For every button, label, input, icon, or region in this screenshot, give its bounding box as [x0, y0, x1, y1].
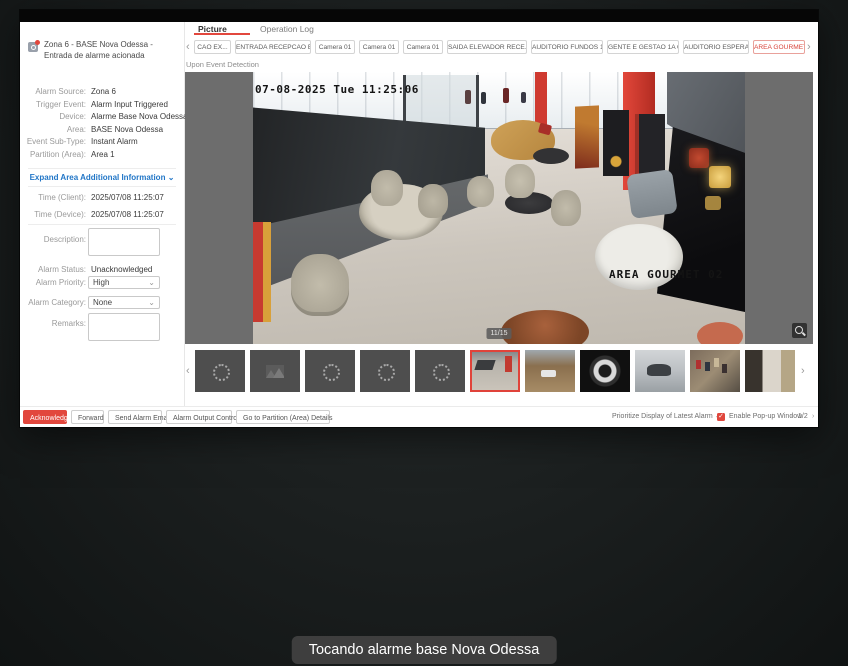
camera-chip[interactable]: Camera 01 [359, 40, 399, 54]
chevron-down-icon: ⌄ [148, 297, 155, 309]
alarm-toolbar: Acknowledge Forward Send Alarm Email Ala… [20, 406, 818, 427]
scene-person [503, 88, 509, 103]
thumbnail-image[interactable] [745, 350, 795, 392]
thumbnail-image[interactable] [635, 350, 685, 392]
scene-orange-chair [697, 322, 743, 344]
divider [28, 168, 176, 169]
page-next-icon[interactable]: › [812, 410, 814, 424]
alarm-popup-window: Zona 6 - BASE Nova Odessa - Entrada de a… [20, 10, 818, 427]
scene-chair [291, 254, 349, 316]
thumbnail-image[interactable] [525, 350, 575, 392]
picture-viewer: 07-08-2025 Tue 11:25:06 AREA GOURMET 02 … [185, 72, 813, 344]
field-area: Area: BASE Nova Odessa [20, 124, 184, 136]
osd-camera-name: AREA GOURMET 02 [609, 268, 723, 281]
field-event-subtype: Event Sub-Type: Instant Alarm [20, 136, 184, 148]
send-alarm-email-button[interactable]: Send Alarm Email [108, 410, 162, 424]
scene-glow-sign-yellow [709, 166, 731, 188]
field-alarm-status: Alarm Status: Unacknowledged [20, 264, 184, 276]
chevron-down-icon: ⌄ [148, 277, 155, 289]
thumbnail-selected[interactable] [470, 350, 520, 392]
thumbs-next-icon[interactable]: › [801, 364, 805, 378]
thumbnail-loading[interactable] [195, 350, 245, 392]
magnifier-icon[interactable] [792, 323, 807, 338]
camera-chip[interactable]: SAIDA ELEVADOR RECE... [447, 40, 527, 54]
scene-arcade-cabinet [603, 110, 629, 176]
spinner-icon [323, 364, 340, 381]
thumbnail-loading[interactable] [360, 350, 410, 392]
field-device: Device: Alarme Base Nova Odessa [20, 111, 184, 123]
thumbnail-image[interactable] [580, 350, 630, 392]
camera-chip[interactable]: AUDITORIO FUNDOS 1A [531, 40, 603, 54]
alarm-title: Zona 6 - BASE Nova Odessa - Entrada de a… [44, 40, 174, 61]
camera-chip[interactable]: ENTRADA RECEPCAO EX... [235, 40, 311, 54]
acknowledge-button[interactable]: Acknowledge [23, 410, 67, 424]
thumbnail-broken[interactable] [250, 350, 300, 392]
scene-brown-stool [501, 310, 589, 344]
scene-chair [505, 164, 535, 198]
active-tab-underline [194, 33, 250, 35]
enable-popup-checkbox[interactable]: ✓ [717, 413, 725, 421]
alarm-input-icon [28, 42, 38, 52]
camera-chip[interactable]: AUDITORIO ESPERA 1A [683, 40, 749, 54]
scene-gray-sofa [626, 169, 678, 219]
thumbnail-loading[interactable] [305, 350, 355, 392]
scene-glow-sign-red [689, 148, 709, 168]
picture-index-badge: 11/15 [487, 328, 512, 339]
camera-bar-prev-icon[interactable]: ‹ [186, 40, 190, 54]
scene-chair [467, 176, 494, 207]
field-partition: Partition (Area): Area 1 [20, 149, 184, 161]
page-prev-icon[interactable]: ‹ [791, 410, 793, 424]
scene-chair [371, 170, 403, 206]
camera-chip[interactable]: Camera 01 [403, 40, 443, 54]
field-time-client: Time (Client): 2025/07/08 11:25:07 [20, 192, 184, 204]
expand-chevron-icon: ⌄ [168, 173, 175, 182]
camera-image: 07-08-2025 Tue 11:25:06 AREA GOURMET 02 [253, 72, 745, 344]
scene-arcade-cabinet [635, 114, 665, 178]
go-to-partition-button[interactable]: Go to Partition (Area) Details [236, 410, 330, 424]
scene-chair [418, 184, 448, 218]
scene-glow-sign-small [705, 196, 721, 210]
spinner-icon [378, 364, 395, 381]
field-trigger-event: Trigger Event: Alarm Input Triggered [20, 99, 184, 111]
window-titlebar [20, 10, 818, 22]
camera-chip[interactable]: Camera 01 [315, 40, 355, 54]
scene-person [465, 90, 471, 104]
description-input[interactable] [88, 228, 160, 256]
divider [28, 186, 176, 187]
alarm-details-panel: Zona 6 - BASE Nova Odessa - Entrada de a… [20, 22, 185, 407]
field-alarm-source: Alarm Source: Zona 6 [20, 86, 184, 98]
scene-coffee-table [533, 148, 569, 164]
page-indicator: 1/2 [798, 410, 808, 424]
spinner-icon [213, 364, 230, 381]
broken-image-icon [266, 365, 284, 378]
scene-person [481, 92, 486, 104]
scene-red-column-left [253, 222, 271, 322]
thumbs-prev-icon[interactable]: ‹ [186, 364, 190, 378]
camera-bar-next-icon[interactable]: › [807, 40, 811, 54]
thumbnail-loading[interactable] [415, 350, 465, 392]
alarm-output-control-button[interactable]: Alarm Output Control [166, 410, 232, 424]
alarm-priority-select[interactable]: High ⌄ [88, 276, 160, 289]
camera-chip-selected[interactable]: AREA GOURMET 02 [753, 40, 805, 54]
scene-chair [551, 190, 581, 226]
remarks-input[interactable] [88, 313, 160, 341]
divider [28, 224, 176, 225]
spinner-icon [433, 364, 450, 381]
prioritize-display-dropdown[interactable]: Prioritize Display of Latest Alarm ⌄ [612, 410, 721, 424]
expand-area-info-link[interactable]: Expand Area Additional Information ⌄ [20, 173, 184, 182]
osd-timestamp: 07-08-2025 Tue 11:25:06 [255, 83, 419, 96]
upon-event-detection-label: Upon Event Detection [186, 60, 259, 69]
toast-notification: Tocando alarme base Nova Odessa [292, 636, 557, 664]
thumbnail-image[interactable] [690, 350, 740, 392]
desktop-background: Zona 6 - BASE Nova Odessa - Entrada de a… [0, 0, 848, 666]
field-time-device: Time (Device): 2025/07/08 11:25:07 [20, 209, 184, 221]
scene-person [521, 92, 526, 103]
forward-button[interactable]: Forward [71, 410, 104, 424]
camera-chip[interactable]: GENTE E GESTAO 1A 01 [607, 40, 679, 54]
tab-operation-log[interactable]: Operation Log [260, 23, 314, 35]
alarm-category-select[interactable]: None ⌄ [88, 296, 160, 309]
scene-arcade-cabinet [575, 105, 599, 168]
camera-chip[interactable]: CAO EX... [194, 40, 231, 54]
